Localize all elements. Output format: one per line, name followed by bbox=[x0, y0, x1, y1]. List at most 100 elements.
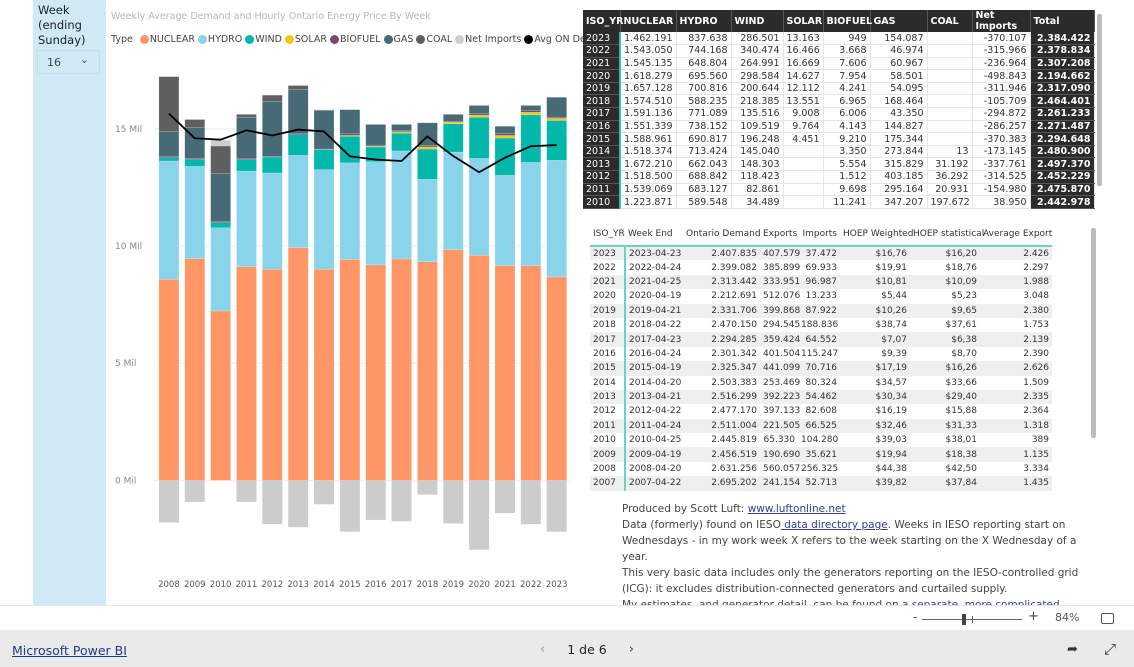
table-cell: 3.350 bbox=[823, 145, 871, 159]
column-header[interactable]: Ontario Demand bbox=[683, 225, 761, 247]
table-cell bbox=[927, 57, 973, 71]
table-cell: 16.466 bbox=[783, 44, 824, 58]
legend-label: Net Imports bbox=[465, 34, 522, 45]
bar-segment-net-imports bbox=[184, 480, 205, 502]
column-header[interactable]: COAL bbox=[927, 10, 973, 32]
bar-segment-wind bbox=[391, 132, 412, 152]
table-cell: $9,39 bbox=[881, 348, 907, 359]
y-tick-label: 0 Mil bbox=[115, 476, 136, 486]
table-cell: 2.516.299 bbox=[683, 389, 760, 405]
table-cell: 221.505 bbox=[760, 418, 800, 434]
table-cell: 683.127 bbox=[676, 183, 732, 197]
column-header[interactable]: NUCLEAR bbox=[620, 10, 677, 32]
table-row: 2011 2011-04-24 2.511.004 221.505 66.525 $32,… bbox=[590, 418, 1052, 434]
table-cell: 295.164 bbox=[870, 183, 928, 197]
column-header[interactable]: BIOFUEL bbox=[823, 10, 872, 32]
legend-item[interactable]: WIND bbox=[245, 34, 282, 45]
table-cell: 315.829 bbox=[870, 157, 928, 172]
table-cell: 333.951 bbox=[760, 274, 800, 290]
table-cell: 9.210 bbox=[823, 132, 871, 146]
table-cell: 2022 bbox=[590, 260, 626, 275]
share-icon[interactable]: ➦ bbox=[1067, 642, 1078, 657]
table-cell: $6,38 bbox=[910, 332, 980, 347]
legend-item[interactable]: GAS bbox=[383, 34, 414, 45]
column-header[interactable]: SOLAR bbox=[783, 10, 824, 32]
table-row: 2020 1.618.279 695.560 298.584 14.627 7.954 58… bbox=[583, 69, 1095, 83]
bar-segment-nuclear bbox=[339, 259, 361, 481]
zoom-out-button[interactable]: - bbox=[913, 610, 917, 624]
zoom-in-button[interactable]: + bbox=[1028, 609, 1039, 624]
table-cell: 2.426 bbox=[980, 246, 1052, 261]
table-cell: 13 bbox=[927, 145, 973, 159]
table-cell: 1.543.050 bbox=[620, 44, 677, 58]
bar-segment-coal bbox=[158, 76, 180, 132]
legend-item[interactable]: HYDRO bbox=[197, 34, 242, 45]
bar-segment-hydro bbox=[339, 162, 361, 260]
table-cell: $16,19 bbox=[875, 406, 908, 417]
bar-segment-nuclear bbox=[365, 264, 386, 481]
table-cell: 2022 bbox=[583, 44, 621, 58]
legend-item[interactable]: SOLAR bbox=[284, 34, 327, 45]
bar-segment-wind bbox=[262, 156, 283, 174]
column-header[interactable]: ISO_YR bbox=[583, 10, 623, 32]
table-cell: $17,19 bbox=[840, 361, 910, 376]
table-cell: 9.008 bbox=[783, 107, 824, 121]
x-tick-label: 2023 bbox=[546, 580, 568, 590]
legend-item[interactable]: COAL bbox=[416, 34, 452, 45]
legend-marker bbox=[330, 35, 340, 44]
column-header[interactable]: HYDRO bbox=[676, 10, 732, 32]
column-header[interactable]: Total bbox=[1030, 10, 1095, 32]
zoom-slider-thumb[interactable] bbox=[962, 614, 966, 625]
bar-segment-net-imports bbox=[158, 480, 179, 523]
week-dropdown[interactable]: 16 ⌄ bbox=[37, 50, 100, 74]
column-header[interactable]: Week End bbox=[625, 225, 683, 247]
column-header[interactable]: WIND bbox=[731, 10, 784, 32]
bar-segment-gas bbox=[494, 126, 516, 134]
bar-segment-net-imports bbox=[546, 480, 567, 532]
demand-table-scrollbar[interactable] bbox=[1091, 228, 1096, 438]
table-cell: $18,38 bbox=[910, 447, 980, 462]
column-header[interactable]: Exports bbox=[760, 225, 798, 247]
x-tick-label: 2020 bbox=[468, 580, 490, 590]
column-header[interactable]: Net Imports bbox=[972, 10, 1031, 32]
table-cell: 2016 bbox=[590, 346, 626, 362]
table-cell: 2021-04-25 bbox=[625, 274, 683, 290]
fit-to-page-icon[interactable] bbox=[1101, 613, 1114, 624]
column-header[interactable]: Average Export bbox=[980, 225, 1052, 247]
column-header[interactable]: HOEP Weighted bbox=[840, 225, 913, 247]
column-header[interactable]: HOEP statistical bbox=[910, 225, 984, 247]
bar-segment-hydro bbox=[262, 172, 283, 270]
column-header[interactable]: Imports bbox=[798, 225, 840, 247]
bar-segment-gas bbox=[262, 100, 283, 157]
supply-table-scrollbar[interactable] bbox=[1097, 14, 1102, 186]
table-cell: 2019-04-21 bbox=[625, 303, 683, 318]
expand-icon[interactable]: ⤢ bbox=[1104, 640, 1116, 658]
column-header[interactable]: ISO_YR bbox=[590, 225, 625, 247]
table-cell: $15,88 bbox=[945, 406, 978, 417]
table-cell: 389 bbox=[1031, 435, 1049, 446]
table-cell: $33,66 bbox=[945, 377, 978, 388]
table-cell: 1.509 bbox=[1023, 377, 1049, 388]
bar-segment-wind bbox=[520, 114, 542, 163]
table-cell: 2.313.442 bbox=[683, 274, 760, 290]
next-page-button[interactable]: › bbox=[629, 642, 634, 657]
legend-item[interactable]: Net Imports bbox=[455, 34, 521, 45]
table-cell: -105.709 bbox=[972, 94, 1031, 109]
legend-item[interactable]: NUCLEAR bbox=[139, 34, 195, 45]
table-cell: 2015 bbox=[590, 361, 626, 376]
table-cell: $32,46 bbox=[840, 418, 910, 434]
legend-item[interactable]: BIOFUEL bbox=[330, 34, 381, 45]
bar-segment-net-imports bbox=[469, 480, 490, 550]
y-tick-label: 10 Mil bbox=[115, 242, 142, 252]
luftonline-link[interactable]: www.luftonline.net bbox=[748, 503, 846, 515]
table-cell: 2.380 bbox=[980, 303, 1052, 318]
bar-segment-nuclear bbox=[158, 279, 180, 481]
column-header[interactable]: GAS bbox=[870, 10, 928, 32]
table-cell: $37,84 bbox=[910, 476, 980, 491]
previous-page-button[interactable]: ‹ bbox=[540, 642, 545, 657]
power-bi-link[interactable]: Microsoft Power BI bbox=[12, 643, 127, 658]
x-tick-label: 2021 bbox=[494, 580, 516, 590]
legend-label: GAS bbox=[393, 34, 414, 45]
data-directory-link[interactable]: data directory page bbox=[781, 519, 888, 531]
table-cell: -236.964 bbox=[972, 57, 1031, 71]
